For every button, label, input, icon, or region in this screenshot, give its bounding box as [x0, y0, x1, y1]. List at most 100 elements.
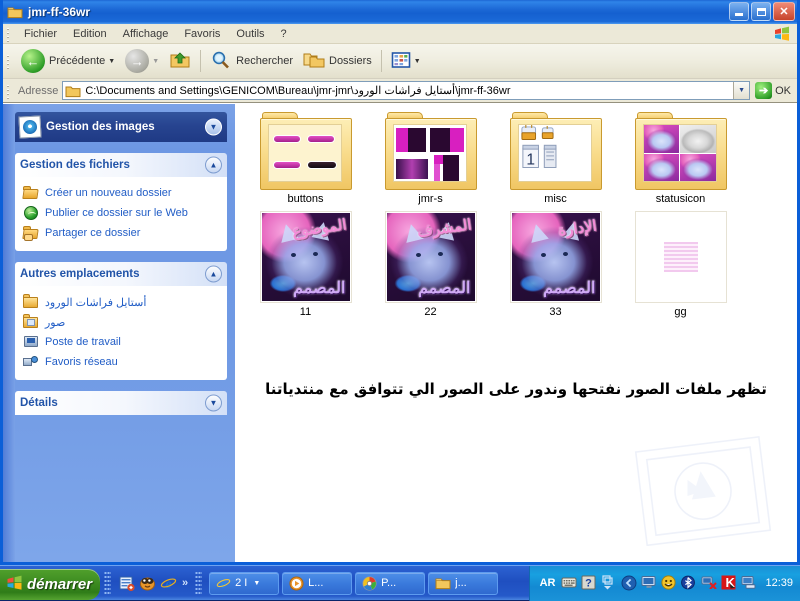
panel-title: Gestion des images [46, 121, 155, 133]
task-button-ie-group[interactable]: e 2 I ▼ [209, 571, 280, 595]
up-folder-icon [169, 50, 191, 73]
file-item-misc[interactable]: 1 misc [493, 112, 618, 205]
task-pane-sidebar: Gestion des images ▼ Gestion des fichier… [3, 104, 235, 562]
file-item-statusicon[interactable]: statusicon [618, 112, 743, 205]
internet-explorer-icon[interactable]: e [160, 575, 177, 592]
start-button[interactable]: démarrer [0, 568, 100, 600]
go-arrow-icon: ➔ [755, 82, 773, 99]
smiley-icon[interactable] [661, 575, 677, 591]
windows-update-icon[interactable] [741, 575, 757, 591]
sidebar-item-create-new-folder[interactable]: Créer un nouveau dossier [21, 183, 221, 203]
views-dropdown-arrow[interactable]: ▼ [414, 58, 421, 65]
panel-header-gestion-des-fichiers[interactable]: Gestion des fichiers ▲ [15, 153, 227, 177]
chevron-down-icon[interactable]: ▼ [253, 580, 260, 587]
menu-item-favoris[interactable]: Favoris [176, 26, 228, 42]
file-item-jmr-s[interactable]: jmr-s [368, 112, 493, 205]
file-name: misc [544, 193, 567, 205]
network-activity-icon[interactable] [621, 575, 637, 591]
file-name: jmr-s [418, 193, 443, 205]
folder-icon [23, 294, 39, 310]
tasks-gripper[interactable] [195, 571, 203, 595]
address-input[interactable]: C:\Documents and Settings\GENICOM\Bureau… [62, 81, 751, 100]
task-button-explorer[interactable]: j... [428, 571, 499, 595]
network-error-icon[interactable] [701, 575, 718, 591]
task-button-media-player[interactable]: L... [282, 571, 353, 595]
address-gripper[interactable] [5, 82, 13, 99]
search-button[interactable]: Rechercher [205, 47, 298, 75]
task-button-paint[interactable]: P... [355, 571, 426, 595]
file-item-22[interactable]: المشرف المصمم 22 [368, 211, 493, 318]
back-button[interactable]: ← Précédente ▼ [16, 47, 120, 75]
display-properties-icon[interactable] [641, 575, 657, 591]
address-dropdown-button[interactable]: ▼ [733, 82, 750, 99]
file-item-buttons[interactable]: buttons [243, 112, 368, 205]
panel-toggle-chevron[interactable]: ▲ [205, 156, 222, 174]
navigation-toolbar: ← Précédente ▼ → ▼ Rechercher Dossiers ▼ [3, 44, 797, 79]
menu-item-affichage[interactable]: Affichage [115, 26, 177, 42]
panel-header-gestion-des-images[interactable]: Gestion des images ▼ [15, 112, 227, 142]
menu-item-fichier[interactable]: Fichier [16, 26, 65, 42]
sidebar-item-parent-folder[interactable]: أستايل فراشات الورود [21, 292, 221, 312]
help-icon[interactable]: ? [581, 575, 597, 591]
close-button[interactable]: ✕ [773, 2, 795, 21]
sidebar-item-my-computer[interactable]: Poste de travail [21, 332, 221, 352]
kaspersky-icon[interactable]: K [721, 575, 737, 591]
hide-tray-icon[interactable] [601, 575, 617, 591]
forward-arrow-icon: → [125, 49, 150, 73]
folder-thumbnail-icon [259, 112, 352, 190]
title-bar[interactable]: jmr-ff-36wr ✕ [3, 0, 797, 24]
sidebar-item-network-places[interactable]: Favoris réseau [21, 352, 221, 372]
quicklaunch-gripper[interactable] [104, 571, 111, 595]
maximize-restore-button[interactable] [751, 2, 771, 21]
svg-text:?: ? [586, 578, 593, 590]
share-folder-icon [22, 225, 39, 241]
media-player-icon[interactable] [139, 575, 156, 592]
folder-preview [642, 124, 717, 182]
file-item-gg[interactable]: gg [618, 211, 743, 318]
file-name: statusicon [655, 193, 706, 205]
up-button[interactable] [164, 47, 196, 75]
image-thumbnail: الموضوع المصمم [259, 211, 352, 303]
show-desktop-icon[interactable] [118, 575, 135, 592]
sidebar-item-label: أستايل فراشات الورود [45, 296, 147, 309]
menu-item-outils[interactable]: Outils [228, 26, 272, 42]
address-bar: Adresse C:\Documents and Settings\GENICO… [3, 79, 797, 103]
network-icon [23, 354, 39, 370]
address-label: Adresse [18, 84, 59, 97]
panel-toggle-chevron[interactable]: ▼ [205, 394, 222, 412]
forward-dropdown-arrow[interactable]: ▼ [152, 58, 159, 65]
forward-button[interactable]: → ▼ [120, 47, 164, 75]
sidebar-item-share-folder[interactable]: Partager ce dossier [21, 223, 221, 243]
file-item-33[interactable]: الإدارة المصمم 33 [493, 211, 618, 318]
views-button[interactable]: ▼ [386, 47, 426, 75]
panel-header-details[interactable]: Détails ▼ [15, 391, 227, 415]
menu-gripper[interactable] [5, 25, 13, 42]
folders-button[interactable]: Dossiers [298, 47, 377, 75]
icon-grid: buttons jmr-s 1 misc statusicon الموضوع … [243, 112, 793, 324]
keyboard-icon[interactable] [561, 575, 577, 591]
sidebar-item-publish-to-web[interactable]: Publier ce dossier sur le Web [21, 203, 221, 223]
file-item-11[interactable]: الموضوع المصمم 11 [243, 211, 368, 318]
menu-item-edition[interactable]: Edition [65, 26, 115, 42]
panel-header-autres-emplacements[interactable]: Autres emplacements ▲ [15, 262, 227, 286]
file-list-view[interactable]: buttons jmr-s 1 misc statusicon الموضوع … [235, 104, 797, 562]
image-overlay-top: الإدارة [556, 217, 598, 240]
file-name: gg [674, 306, 687, 318]
svg-text:e: e [221, 576, 227, 590]
panel-toggle-chevron[interactable]: ▲ [205, 265, 222, 283]
quicklaunch-overflow-button[interactable]: » [182, 577, 188, 589]
menu-item-help[interactable]: ? [273, 26, 295, 42]
system-clock[interactable]: 12:39 [765, 577, 793, 589]
toolbar-gripper[interactable] [5, 53, 13, 69]
quick-launch-bar: e » [115, 575, 191, 592]
language-indicator[interactable]: AR [540, 577, 556, 589]
sidebar-item-label: صور [45, 316, 66, 329]
back-dropdown-arrow[interactable]: ▼ [108, 58, 115, 65]
minimize-button[interactable] [729, 2, 749, 21]
sidebar-item-pictures[interactable]: صور [21, 312, 221, 332]
panel-toggle-chevron[interactable]: ▼ [205, 118, 222, 136]
bluetooth-icon[interactable] [681, 575, 697, 591]
media-player-icon [289, 575, 304, 591]
address-value: C:\Documents and Settings\GENICOM\Bureau… [85, 85, 511, 97]
go-button[interactable]: ➔ OK [755, 82, 791, 99]
